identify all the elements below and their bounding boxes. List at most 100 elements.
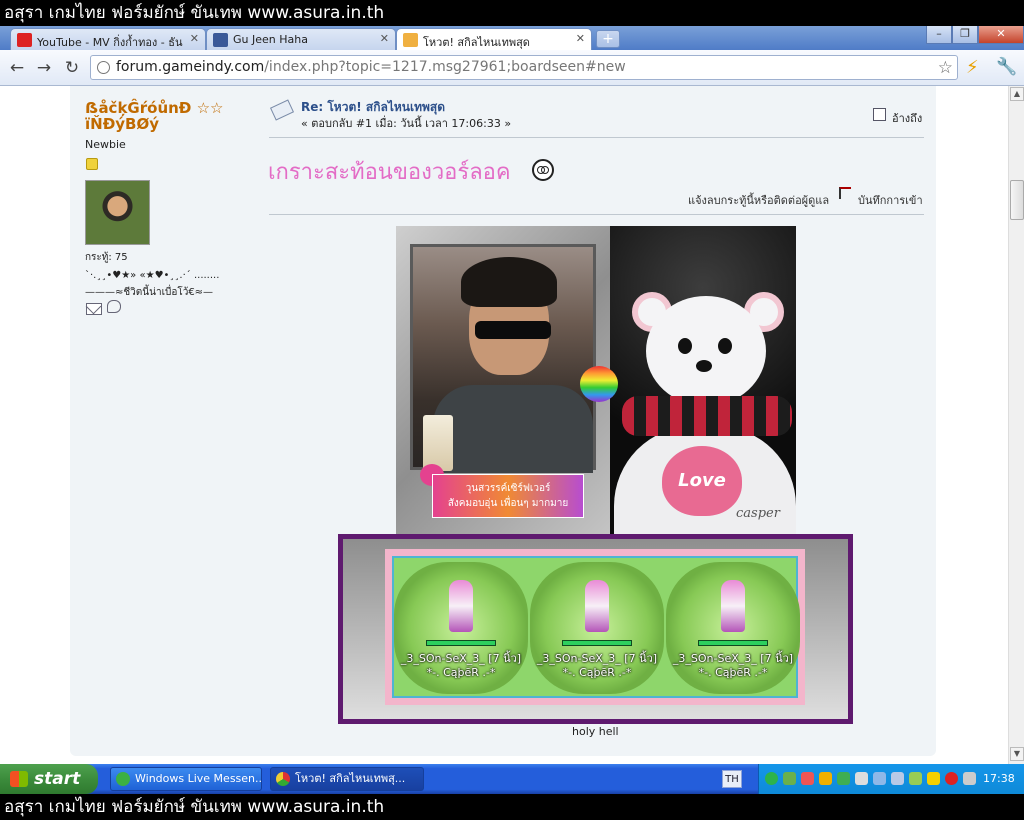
url-host: forum.gameindy.com bbox=[116, 59, 265, 75]
reload-button[interactable]: ↻ bbox=[61, 58, 83, 78]
bear-scarf bbox=[622, 396, 792, 436]
maximize-button[interactable]: ❐ bbox=[952, 26, 978, 44]
scroll-down-arrow[interactable]: ▼ bbox=[1010, 747, 1024, 761]
tray-arrow-icon[interactable] bbox=[909, 772, 922, 785]
tray-display-icon[interactable] bbox=[873, 772, 886, 785]
tab-title: Gu Jeen Haha bbox=[233, 33, 308, 46]
tray-app-icon[interactable] bbox=[837, 772, 850, 785]
bear-head bbox=[646, 296, 766, 406]
casper-watermark: casper bbox=[736, 506, 780, 521]
character-sprite bbox=[585, 580, 609, 632]
scroll-up-arrow[interactable]: ▲ bbox=[1010, 87, 1024, 101]
tab-youtube[interactable]: YouTube - MV กิ่งก้ำทอง - ธันว ✕ bbox=[10, 28, 206, 50]
extension-lightning-icon[interactable]: ⚡ bbox=[966, 57, 979, 78]
photo-shirt bbox=[433, 385, 593, 473]
report-link[interactable]: แจ้งลบกระทู้นี้หรือติดต่อผู้ดูแล bbox=[688, 191, 829, 209]
portrait-photo bbox=[410, 244, 596, 473]
character-guild: *-. CąþēR .-* bbox=[562, 666, 632, 679]
tray-update-icon[interactable] bbox=[891, 772, 904, 785]
caption-line-1: วุนสวรรค์เซิร์ฟเวอร์ bbox=[465, 483, 551, 494]
page-icon bbox=[97, 61, 110, 74]
language-indicator[interactable]: TH bbox=[722, 770, 742, 788]
close-icon[interactable]: ✕ bbox=[576, 32, 585, 45]
vertical-scrollbar[interactable]: ▲ ▼ bbox=[1008, 86, 1024, 764]
system-tray: 17:38 bbox=[758, 764, 1024, 794]
rank-star-icon bbox=[86, 158, 98, 170]
caption-line-2: สังคมอบอุ่น เพื่อนๆ มากมาย bbox=[447, 498, 569, 509]
character-guild: *-. CąþēR .-* bbox=[698, 666, 768, 679]
tray-messenger-icon[interactable] bbox=[783, 772, 796, 785]
windows-taskbar: start Windows Live Messen... โหวต! สกิลไ… bbox=[0, 764, 1024, 794]
personal-message-icon[interactable] bbox=[107, 300, 121, 313]
bear-panel: Love casper bbox=[610, 226, 796, 534]
tray-shield-icon[interactable] bbox=[927, 772, 940, 785]
wrench-menu-icon[interactable]: 🔧 bbox=[996, 57, 1017, 77]
ip-log-label: บันทึกการเข้า bbox=[858, 194, 923, 207]
page-viewport: ẞåčķĜŕóůnĐ ☆☆ ïŇĐýBØý Newbie กระทู้: 75 … bbox=[0, 86, 1008, 764]
character-name: _3_SOn-SeX_3_ [7 นิ้ว] bbox=[536, 652, 658, 665]
start-label: start bbox=[34, 769, 81, 789]
character-label: _3_SOn-SeX_3_ [7 นิ้ว] *-. CąþēR .-* bbox=[530, 652, 664, 680]
photo-panel: วุนสวรรค์เซิร์ฟเวอร์ สังคมอบอุ่น เพื่อนๆ… bbox=[396, 226, 610, 534]
email-icon[interactable] bbox=[86, 303, 102, 315]
character-guild: *-. CąþēR .-* bbox=[426, 666, 496, 679]
character-label: _3_SOn-SeX_3_ [7 นิ้ว] *-. CąþēR .-* bbox=[666, 652, 800, 680]
tray-alert-icon[interactable] bbox=[945, 772, 958, 785]
game-screenshot-image: _3_SOn-SeX_3_ [7 นิ้ว] *-. CąþēR .-* _3_… bbox=[338, 534, 853, 724]
bear-nose bbox=[696, 360, 712, 372]
back-button[interactable]: ← bbox=[6, 58, 28, 78]
forward-button[interactable]: → bbox=[33, 58, 55, 78]
post-heading: เกราะสะท้อนของวอร์ลอค bbox=[268, 160, 511, 185]
windows-flag-icon bbox=[10, 771, 28, 787]
start-button[interactable]: start bbox=[0, 764, 98, 794]
new-tab-button[interactable]: + bbox=[596, 30, 620, 48]
ip-log-icon bbox=[839, 187, 851, 199]
tray-network-icon[interactable] bbox=[855, 772, 868, 785]
close-icon[interactable]: ✕ bbox=[380, 32, 389, 45]
poster-username[interactable]: ẞåčķĜŕóůnĐ ☆☆ ïŇĐýBØý bbox=[85, 100, 245, 132]
tab-facebook[interactable]: Gu Jeen Haha ✕ bbox=[206, 28, 396, 50]
tray-misc-icon[interactable] bbox=[963, 772, 976, 785]
image-caption: holy hell bbox=[572, 725, 619, 738]
bear-eye bbox=[678, 338, 692, 354]
hp-bar bbox=[562, 640, 632, 646]
task-chrome[interactable]: โหวต! สกิลไหนเทพสุ... bbox=[270, 767, 424, 791]
collage-image: วุนสวรรค์เซิร์ฟเวอร์ สังคมอบอุ่น เพื่อนๆ… bbox=[396, 226, 796, 534]
task-messenger[interactable]: Windows Live Messen... bbox=[110, 767, 262, 791]
tray-kaspersky-icon[interactable] bbox=[765, 772, 778, 785]
hp-bar bbox=[698, 640, 768, 646]
bottom-banner: อสุรา เกมไทย ฟอร์มยักษ์ ขันเทพ www.asura… bbox=[0, 794, 1024, 820]
minimize-button[interactable]: – bbox=[926, 26, 952, 44]
tray-lightning-icon[interactable] bbox=[819, 772, 832, 785]
photo-hair bbox=[461, 257, 557, 307]
tab-strip: YouTube - MV กิ่งก้ำทอง - ธันว ✕ Gu Jeen… bbox=[0, 26, 1024, 51]
avatar bbox=[85, 180, 150, 245]
system-clock[interactable]: 17:38 bbox=[983, 772, 1015, 785]
task-label: Windows Live Messen... bbox=[135, 772, 262, 785]
bookmark-star-icon[interactable]: ☆ bbox=[938, 57, 953, 79]
browser-toolbar: ← → ↻ forum.gameindy.com/index.php?topic… bbox=[0, 50, 1024, 86]
tab-title: YouTube - MV กิ่งก้ำทอง - ธันว bbox=[37, 36, 183, 49]
image-inner: _3_SOn-SeX_3_ [7 นิ้ว] *-. CąþēR .-* _3_… bbox=[392, 556, 800, 698]
photo-glasses bbox=[475, 321, 551, 339]
gameindy-icon bbox=[403, 33, 418, 47]
tray-volume-icon[interactable] bbox=[801, 772, 814, 785]
poster-rank: Newbie bbox=[85, 138, 126, 151]
image-frame: _3_SOn-SeX_3_ [7 นิ้ว] *-. CąþēR .-* _3_… bbox=[385, 549, 805, 705]
close-icon[interactable]: ✕ bbox=[190, 32, 199, 45]
love-heart: Love bbox=[662, 446, 742, 516]
scroll-thumb[interactable] bbox=[1010, 180, 1024, 220]
signature-line-2: ———≈ชีวิตนี้น่าเบื่อโว้€≈— bbox=[85, 287, 214, 298]
address-bar[interactable]: forum.gameindy.com/index.php?topic=1217.… bbox=[90, 55, 958, 80]
post-count: กระทู้: 75 bbox=[85, 252, 128, 263]
character-label: _3_SOn-SeX_3_ [7 นิ้ว] *-. CąþēR .-* bbox=[394, 652, 528, 680]
divider bbox=[269, 137, 924, 138]
hp-bar bbox=[426, 640, 496, 646]
collage-caption: วุนสวรรค์เซิร์ฟเวอร์ สังคมอบอุ่น เพื่อนๆ… bbox=[432, 474, 584, 518]
quote-icon[interactable] bbox=[873, 108, 886, 121]
quote-button[interactable]: อ้างถึง bbox=[892, 109, 922, 127]
character-sprite bbox=[449, 580, 473, 632]
facebook-icon bbox=[213, 33, 228, 47]
tab-forum[interactable]: โหวต! สกิลไหนเทพสุด ✕ bbox=[396, 28, 592, 51]
close-window-button[interactable]: ✕ bbox=[978, 26, 1024, 44]
